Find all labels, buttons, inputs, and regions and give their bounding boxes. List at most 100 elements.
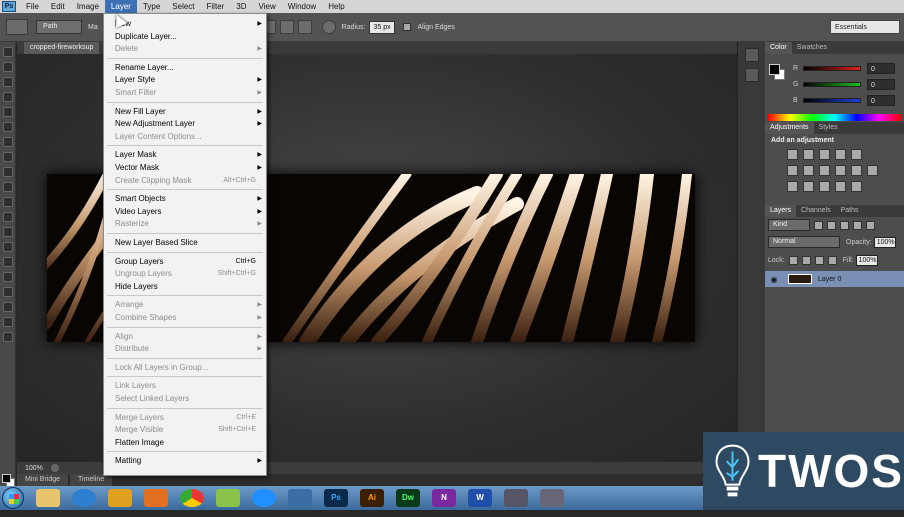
photo-filter-icon[interactable] — [835, 165, 846, 176]
tab-color[interactable]: Color — [765, 42, 792, 54]
marquee-tool-icon[interactable] — [3, 62, 13, 72]
layer-name[interactable]: Layer 0 — [818, 276, 841, 283]
menu-filter[interactable]: Filter — [201, 0, 231, 13]
make-label[interactable]: Ma — [88, 24, 98, 31]
path-selection-tool-icon[interactable] — [3, 287, 13, 297]
menu-item-smart-objects[interactable]: Smart Objects ▶ — [104, 193, 266, 205]
adjustment-filter-icon[interactable] — [827, 220, 836, 230]
blur-tool-icon[interactable] — [3, 227, 13, 237]
gear-icon[interactable] — [321, 20, 336, 34]
selective-color-icon[interactable] — [851, 181, 862, 192]
red-slider[interactable] — [803, 65, 861, 71]
foreground-color-swatch[interactable] — [2, 474, 11, 483]
path-mode-select[interactable]: Path — [36, 20, 82, 34]
pixel-filter-icon[interactable] — [814, 220, 823, 230]
menu-window[interactable]: Window — [282, 0, 322, 13]
gradient-map-icon[interactable] — [835, 181, 846, 192]
lock-transparent-icon[interactable] — [788, 255, 798, 265]
menu-file[interactable]: File — [20, 0, 45, 13]
word-taskbar-icon[interactable]: W — [468, 489, 492, 507]
invert-icon[interactable] — [787, 181, 798, 192]
channel-mixer-icon[interactable] — [851, 165, 862, 176]
green-slider[interactable] — [803, 81, 861, 87]
quick-select-tool-icon[interactable] — [3, 92, 13, 102]
lock-all-icon[interactable] — [827, 255, 837, 265]
menu-item-duplicate-layer[interactable]: Duplicate Layer... — [104, 31, 266, 43]
levels-icon[interactable] — [803, 149, 814, 160]
hue-saturation-icon[interactable] — [787, 165, 798, 176]
lock-position-icon[interactable] — [814, 255, 824, 265]
path-arrangement-icon[interactable] — [297, 20, 312, 34]
shape-filter-icon[interactable] — [853, 220, 862, 230]
dreamweaver-taskbar-icon[interactable]: Dw — [396, 489, 420, 507]
eye-icon[interactable]: ◉ — [769, 275, 779, 284]
chrome-taskbar-icon[interactable] — [180, 489, 204, 507]
internet-explorer-taskbar-icon[interactable] — [72, 489, 96, 507]
zoom-tool-icon[interactable] — [3, 332, 13, 342]
curves-icon[interactable] — [819, 149, 830, 160]
tab-layers[interactable]: Layers — [765, 205, 797, 217]
menu-select[interactable]: Select — [166, 0, 200, 13]
foreground-background-colors[interactable] — [2, 474, 15, 487]
menu-item-new[interactable]: New ▶ — [104, 18, 266, 30]
color-panel-fg-swatch[interactable] — [769, 64, 780, 75]
zoom-level[interactable]: 100% — [25, 465, 43, 472]
color-lookup-icon[interactable] — [867, 165, 878, 176]
type-filter-icon[interactable] — [840, 220, 849, 230]
radius-input[interactable]: 35 px — [369, 20, 396, 34]
tab-mini-bridge[interactable]: Mini Bridge — [17, 474, 69, 486]
menu-item-layer-style[interactable]: Layer Style ▶ — [104, 74, 266, 86]
menu-type[interactable]: Type — [137, 0, 166, 13]
illustrator-taskbar-icon[interactable]: Ai — [360, 489, 384, 507]
tab-styles[interactable]: Styles — [814, 122, 843, 134]
threshold-icon[interactable] — [819, 181, 830, 192]
tab-channels[interactable]: Channels — [796, 205, 836, 217]
blue-value[interactable]: 0 — [867, 94, 895, 106]
smart-object-filter-icon[interactable] — [866, 220, 875, 230]
brush-tool-icon[interactable] — [3, 152, 13, 162]
gradient-tool-icon[interactable] — [3, 212, 13, 222]
black-white-icon[interactable] — [819, 165, 830, 176]
color-balance-icon[interactable] — [803, 165, 814, 176]
blend-mode-select[interactable]: Normal — [768, 236, 840, 248]
posterize-icon[interactable] — [803, 181, 814, 192]
sheet-taskbar-icon[interactable] — [216, 489, 240, 507]
tab-adjustments[interactable]: Adjustments — [765, 122, 814, 134]
green-value[interactable]: 0 — [867, 78, 895, 90]
menu-image[interactable]: Image — [71, 0, 105, 13]
pen-tool-icon[interactable] — [3, 257, 13, 267]
app-taskbar-icon-3[interactable] — [540, 489, 564, 507]
brightness-contrast-icon[interactable] — [787, 149, 798, 160]
onenote-taskbar-icon[interactable]: N — [432, 489, 456, 507]
healing-brush-tool-icon[interactable] — [3, 137, 13, 147]
menu-item-rename-layer[interactable]: Rename Layer... — [104, 62, 266, 74]
fill-input[interactable]: 100% — [855, 254, 878, 266]
menu-item-new-layer-based-slice[interactable]: New Layer Based Slice — [104, 237, 266, 249]
tab-paths[interactable]: Paths — [836, 205, 864, 217]
start-button[interactable] — [2, 487, 24, 509]
app-taskbar-icon-2[interactable] — [504, 489, 528, 507]
align-edges-checkbox[interactable] — [403, 23, 412, 31]
menu-edit[interactable]: Edit — [45, 0, 71, 13]
lasso-tool-icon[interactable] — [3, 77, 13, 87]
rectangle-tool-icon[interactable] — [3, 302, 13, 312]
document-tab[interactable]: cropped-fireworksup — [24, 42, 100, 54]
kind-filter-select[interactable]: Kind — [768, 219, 810, 231]
blue-slider[interactable] — [803, 97, 861, 103]
crop-tool-icon[interactable] — [3, 107, 13, 117]
workspace-select[interactable]: Essentials — [830, 20, 900, 34]
type-tool-icon[interactable] — [3, 272, 13, 282]
tab-swatches[interactable]: Swatches — [792, 42, 832, 54]
explorer-taskbar-icon[interactable] — [36, 489, 60, 507]
layer-row[interactable]: ◉ Layer 0 — [765, 271, 904, 287]
dodge-tool-icon[interactable] — [3, 242, 13, 252]
opacity-input[interactable]: 100% — [873, 236, 896, 248]
menu-item-group-layers[interactable]: Group Layers Ctrl+G — [104, 256, 266, 268]
history-brush-tool-icon[interactable] — [3, 182, 13, 192]
app-taskbar-icon[interactable] — [288, 489, 312, 507]
menu-view[interactable]: View — [253, 0, 282, 13]
menu-item-new-adjustment-layer[interactable]: New Adjustment Layer ▶ — [104, 118, 266, 130]
menu-item-vector-mask[interactable]: Vector Mask ▶ — [104, 162, 266, 174]
path-alignment-icon[interactable] — [279, 20, 294, 34]
eraser-tool-icon[interactable] — [3, 197, 13, 207]
